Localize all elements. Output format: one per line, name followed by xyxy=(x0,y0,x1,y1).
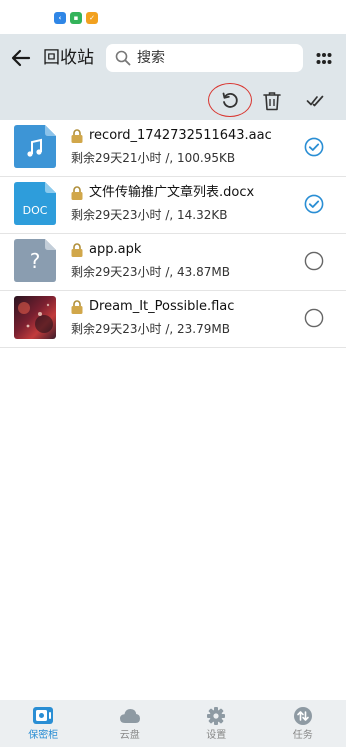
search-icon xyxy=(115,50,131,66)
notification-icons: ‹ ▪ ✓ xyxy=(54,12,98,24)
lock-icon xyxy=(71,129,83,143)
file-row[interactable]: Dream_It_Possible.flac 剩余29天23小时 /, 23.7… xyxy=(0,291,346,348)
file-meta: 剩余29天23小时 /, 23.79MB xyxy=(71,322,230,336)
doc-file-icon: DOC xyxy=(14,182,56,225)
audio-file-icon xyxy=(14,125,56,168)
page-title: 回收站 xyxy=(43,48,94,68)
back-button[interactable] xyxy=(10,47,32,69)
app-notification-icon: ‹ xyxy=(54,12,66,24)
file-name: app.apk xyxy=(89,242,142,257)
album-cover-thumbnail xyxy=(14,296,56,339)
transfer-icon xyxy=(293,707,312,725)
unknown-thumb-label: ? xyxy=(29,249,41,273)
nav-label: 任务 xyxy=(292,730,313,741)
status-bar: ‹ ▪ ✓ xyxy=(0,0,346,34)
lock-icon xyxy=(71,243,83,257)
file-meta: 剩余29天21小时 /, 100.95KB xyxy=(71,151,236,165)
select-all-button[interactable] xyxy=(306,93,324,109)
grid-dots-icon xyxy=(316,53,332,64)
cloud-icon xyxy=(119,709,140,723)
file-name: record_1742732511643.aac xyxy=(89,128,272,143)
bottom-navigation: 保密柜 云盘 设置 任务 xyxy=(0,700,346,747)
nav-label: 保密柜 xyxy=(28,730,59,741)
restore-icon xyxy=(222,92,238,108)
safe-icon xyxy=(33,707,54,724)
file-row[interactable]: record_1742732511643.aac 剩余29天21小时 /, 10… xyxy=(0,120,346,177)
file-list: record_1742732511643.aac 剩余29天21小时 /, 10… xyxy=(0,120,346,348)
app-notification-icon: ▪ xyxy=(70,12,82,24)
more-menu-button[interactable] xyxy=(316,51,332,65)
nav-item-settings[interactable]: 设置 xyxy=(173,700,260,747)
nav-label: 设置 xyxy=(206,730,227,741)
nav-label: 云盘 xyxy=(119,730,140,741)
nav-item-cloud[interactable]: 云盘 xyxy=(87,700,174,747)
delete-button[interactable] xyxy=(263,91,281,111)
search-input[interactable]: 搜索 xyxy=(106,44,303,72)
doc-thumb-label: DOC xyxy=(22,204,48,217)
double-check-icon xyxy=(306,95,324,107)
unchecked-circle-icon[interactable] xyxy=(304,251,324,271)
app-notification-icon: ✓ xyxy=(86,12,98,24)
checked-circle-icon[interactable] xyxy=(304,194,324,214)
file-name: Dream_It_Possible.flac xyxy=(89,299,235,314)
trash-icon xyxy=(263,92,281,111)
nav-item-tasks[interactable]: 任务 xyxy=(260,700,346,747)
gear-icon xyxy=(207,707,226,725)
lock-icon xyxy=(71,300,83,314)
file-name: 文件传输推广文章列表.docx xyxy=(89,185,255,200)
file-row[interactable]: DOC 文件传输推广文章列表.docx 剩余29天23小时 /, 14.32KB xyxy=(0,177,346,234)
back-arrow-icon xyxy=(11,49,31,67)
search-placeholder: 搜索 xyxy=(137,50,165,66)
top-bar: 回收站 搜索 xyxy=(0,34,346,120)
lock-icon xyxy=(71,186,83,200)
restore-button[interactable] xyxy=(208,83,252,117)
nav-item-safe[interactable]: 保密柜 xyxy=(0,700,87,747)
file-meta: 剩余29天23小时 /, 14.32KB xyxy=(71,208,228,222)
checked-circle-icon[interactable] xyxy=(304,137,324,157)
file-row[interactable]: ? app.apk 剩余29天23小时 /, 43.87MB xyxy=(0,234,346,291)
unknown-file-icon: ? xyxy=(14,239,56,282)
file-meta: 剩余29天23小时 /, 43.87MB xyxy=(71,265,230,279)
unchecked-circle-icon[interactable] xyxy=(304,308,324,328)
